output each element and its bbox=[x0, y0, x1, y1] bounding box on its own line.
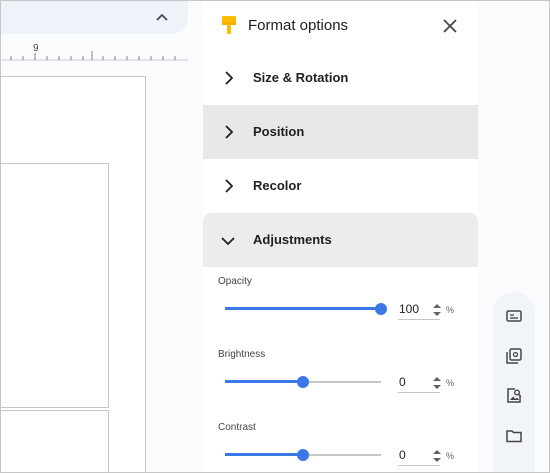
section-adjustments[interactable]: Adjustments bbox=[203, 213, 478, 267]
ruler-number: 9 bbox=[33, 43, 39, 54]
contrast-stepper-icon[interactable] bbox=[432, 448, 442, 464]
slider-fill bbox=[225, 380, 303, 383]
opacity-slider[interactable] bbox=[225, 302, 387, 316]
close-button[interactable] bbox=[439, 15, 461, 37]
section-label: Adjustments bbox=[253, 232, 332, 247]
brightness-slider[interactable] bbox=[225, 375, 381, 389]
slider-thumb[interactable] bbox=[375, 303, 387, 315]
folder-button[interactable] bbox=[504, 426, 524, 446]
chevron-down-icon bbox=[221, 237, 235, 246]
chevron-right-icon bbox=[225, 125, 234, 139]
chevron-right-icon bbox=[225, 179, 234, 193]
close-icon bbox=[443, 19, 457, 33]
image-stack-icon bbox=[506, 348, 522, 364]
content-margin-box bbox=[0, 163, 109, 408]
slider-fill bbox=[225, 307, 381, 310]
brightness-stepper-icon[interactable] bbox=[432, 375, 442, 391]
paint-brush-icon bbox=[222, 16, 236, 34]
horizontal-ruler bbox=[0, 51, 188, 61]
image-search-icon bbox=[507, 388, 522, 403]
slider-fill bbox=[225, 453, 303, 456]
chevron-up-icon bbox=[156, 13, 168, 21]
section-label: Size & Rotation bbox=[253, 70, 349, 85]
collapse-toolbar-button[interactable] bbox=[148, 4, 176, 30]
contrast-label: Contrast bbox=[218, 422, 256, 433]
slider-thumb[interactable] bbox=[297, 376, 309, 388]
panel-title: Format options bbox=[248, 17, 349, 34]
image-stack-button[interactable] bbox=[504, 346, 524, 366]
chevron-right-icon bbox=[225, 71, 234, 85]
folder-icon bbox=[506, 430, 522, 443]
side-panel-rail bbox=[493, 292, 535, 473]
opacity-stepper-icon[interactable] bbox=[432, 302, 442, 318]
slider-thumb[interactable] bbox=[297, 449, 309, 461]
section-label: Position bbox=[253, 124, 305, 139]
format-options-panel: Format options Size & Rotation Position … bbox=[203, 0, 478, 473]
percent-unit: % bbox=[446, 378, 455, 388]
section-label: Recolor bbox=[253, 178, 302, 193]
percent-unit: % bbox=[446, 305, 455, 315]
section-recolor[interactable]: Recolor bbox=[203, 159, 478, 213]
caption-icon bbox=[506, 310, 522, 322]
contrast-slider[interactable] bbox=[225, 448, 381, 462]
content-margin-box-lower bbox=[0, 410, 109, 473]
section-position[interactable]: Position bbox=[203, 105, 478, 159]
caption-button[interactable] bbox=[504, 306, 524, 326]
section-size-rotation[interactable]: Size & Rotation bbox=[203, 51, 478, 105]
brightness-label: Brightness bbox=[218, 349, 266, 360]
panel-header: Format options bbox=[203, 0, 478, 52]
percent-unit: % bbox=[446, 451, 455, 461]
opacity-label: Opacity bbox=[218, 276, 252, 287]
image-search-button[interactable] bbox=[504, 386, 524, 406]
